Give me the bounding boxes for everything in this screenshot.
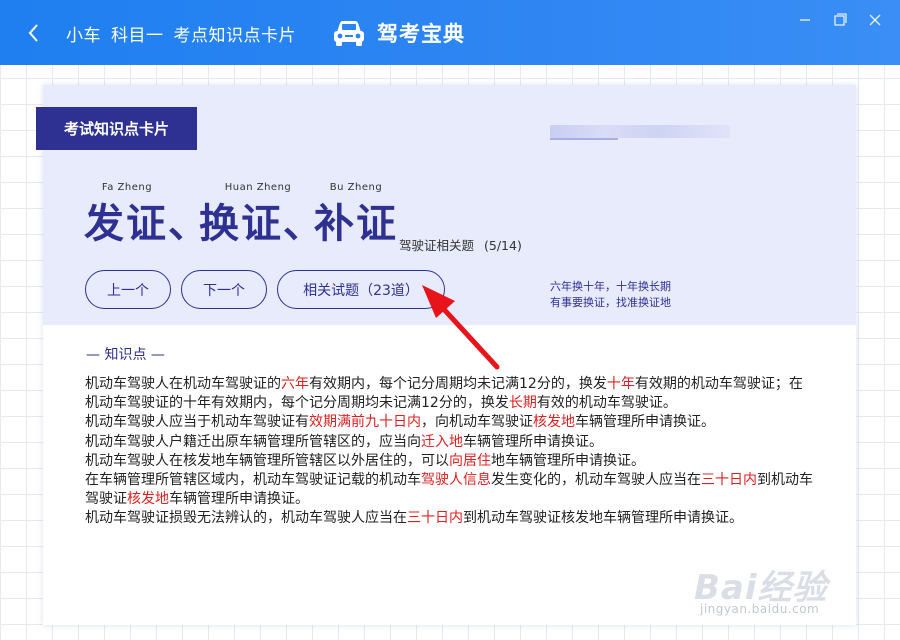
- paragraph-text: 机动车驾驶人户籍迁出原车辆管理所管辖区的，应当向: [85, 433, 421, 450]
- restore-icon: [834, 13, 847, 26]
- knowledge-paragraph: 机动车驾驶人在机动车驾驶证的六年有效期内，每个记分周期均未记满12分的，换发十年…: [85, 375, 813, 413]
- knowledge-paragraph: 机动车驾驶人在核发地车辆管理所管辖区以外居住的，可以向居住地车辆管理所申请换证。: [85, 452, 813, 471]
- minimize-button[interactable]: [794, 10, 816, 30]
- heading-chars: 换证、: [199, 201, 325, 247]
- heading-pinyin: Huan Zheng: [224, 182, 292, 193]
- brand: 驾考宝典: [331, 17, 465, 49]
- highlight-text: 长期: [508, 395, 537, 412]
- back-button[interactable]: [22, 20, 46, 46]
- prev-button[interactable]: 上一个: [85, 270, 171, 309]
- car-icon: [334, 21, 364, 46]
- knowledge-card: 考试知识点卡片 Fa Zheng 发证、 Huan Zheng 换证、 Bu Z…: [36, 85, 856, 625]
- paragraph-text: 车辆管理所申请换证。: [575, 414, 715, 431]
- paragraph-text: 地车辆管理所申请换证。: [491, 452, 645, 469]
- related-questions-button[interactable]: 相关试题（23道）: [277, 270, 445, 309]
- brand-name: 驾考宝典: [377, 22, 465, 46]
- watermark: Bai经验 jingyan.baidu.com: [690, 560, 870, 630]
- minimize-icon: [800, 19, 810, 21]
- heading-pinyin: Bu Zheng: [329, 182, 383, 193]
- knowledge-paragraph: 机动车驾驶人应当于机动车驾驶证有效期满前九十日内，向机动车驾驶证核发地车辆管理所…: [85, 413, 813, 432]
- knowledge-content: 机动车驾驶人在机动车驾驶证的六年有效期内，每个记分周期均未记满12分的，换发十年…: [85, 375, 813, 529]
- paragraph-text: 有效期内，每个记分周期均未记满12分的，换发: [309, 376, 607, 392]
- section-title: — 知识点 —: [86, 347, 165, 363]
- highlight-text: 向居住: [449, 452, 491, 469]
- paragraph-text: 在车辆管理所管辖区域内，机动车驾驶证记载的机动车: [85, 472, 421, 489]
- close-button[interactable]: [864, 10, 886, 30]
- heading-word: Fa Zheng 发证、: [84, 181, 210, 249]
- knowledge-paragraph: 在车辆管理所管辖区域内，机动车驾驶证记载的机动车驾驶人信息发生变化的，机动车驾驶…: [85, 471, 813, 509]
- highlight-text: 驾驶人信息: [421, 472, 491, 489]
- restore-button[interactable]: [829, 10, 851, 30]
- card-tab-label: 考试知识点卡片: [36, 107, 197, 150]
- watermark-url: jingyan.baidu.com: [700, 602, 820, 616]
- paragraph-text: 机动车驾驶人应当于机动车驾驶证有: [85, 414, 309, 431]
- highlight-text: 三十日内: [701, 472, 757, 489]
- heading-pinyin: Fa Zheng: [101, 182, 153, 193]
- heading-word: Huan Zheng 换证、: [199, 181, 325, 249]
- title-bar: 小车 科目一 考点知识点卡片 驾考宝典: [0, 0, 900, 65]
- subtitle-text: 驾驶证相关题: [399, 238, 475, 253]
- paragraph-text: ，向机动车驾驶证: [421, 414, 533, 431]
- paragraph-text: 机动车驾驶人在核发地车辆管理所管辖区以外居住的，可以: [85, 452, 449, 469]
- knowledge-paragraph: 机动车驾驶人户籍迁出原车辆管理所管辖区的，应当向迁入地车辆管理所申请换证。: [85, 433, 813, 452]
- highlight-text: 十年: [606, 376, 635, 392]
- highlight-text: 三十日内: [407, 510, 463, 527]
- paragraph-text: 发生变化的，机动车驾驶人应当在: [491, 472, 701, 489]
- highlight-text: 六年: [281, 376, 309, 392]
- next-button[interactable]: 下一个: [181, 270, 267, 309]
- highlight-text: 迁入地: [421, 433, 463, 450]
- heading-chars: 发证、: [84, 201, 210, 247]
- topic-subtitle: 驾驶证相关题 (5/14): [399, 235, 522, 254]
- heading-word: Bu Zheng 补证: [313, 181, 399, 249]
- mnemonic-line: 有事要换证，找准换证地: [550, 296, 671, 309]
- knowledge-paragraph: 机动车驾驶证损毁无法辨认的，机动车驾驶人应当在三十日内到机动车驾驶证核发地车辆管…: [85, 509, 813, 528]
- title-vehicle: 小车: [66, 26, 101, 46]
- paragraph-text: 有效的机动车驾驶证。: [536, 395, 677, 412]
- paragraph-text: 到机动车驾驶证核发地车辆管理所申请换证。: [463, 510, 743, 527]
- paragraph-text: 机动车驾驶人在机动车驾驶证的: [85, 376, 281, 392]
- paragraph-text: 机动车驾驶证损毁无法辨认的，机动车驾驶人应当在: [85, 510, 407, 527]
- highlight-text: 核发地: [127, 491, 169, 508]
- highlight-text: 效期满前九十日内: [309, 414, 421, 431]
- heading-chars: 补证: [314, 201, 398, 247]
- chevron-left-icon: [28, 24, 38, 42]
- mnemonic-line: 六年换十年，十年换长期: [550, 280, 671, 293]
- page-title: 小车 科目一 考点知识点卡片: [66, 21, 306, 46]
- title-section: 考点知识点卡片: [173, 26, 296, 46]
- highlight-text: 核发地: [533, 414, 575, 431]
- paragraph-text: 车辆管理所申请换证。: [463, 433, 603, 450]
- blurred-info: [550, 125, 730, 140]
- subtitle-count: (5/14): [484, 238, 522, 253]
- close-icon: [869, 14, 881, 26]
- paragraph-text: 车辆管理所申请换证。: [169, 491, 309, 508]
- mnemonic-text: 六年换十年，十年换长期 有事要换证，找准换证地: [550, 279, 671, 311]
- title-subject: 科目一: [111, 26, 164, 46]
